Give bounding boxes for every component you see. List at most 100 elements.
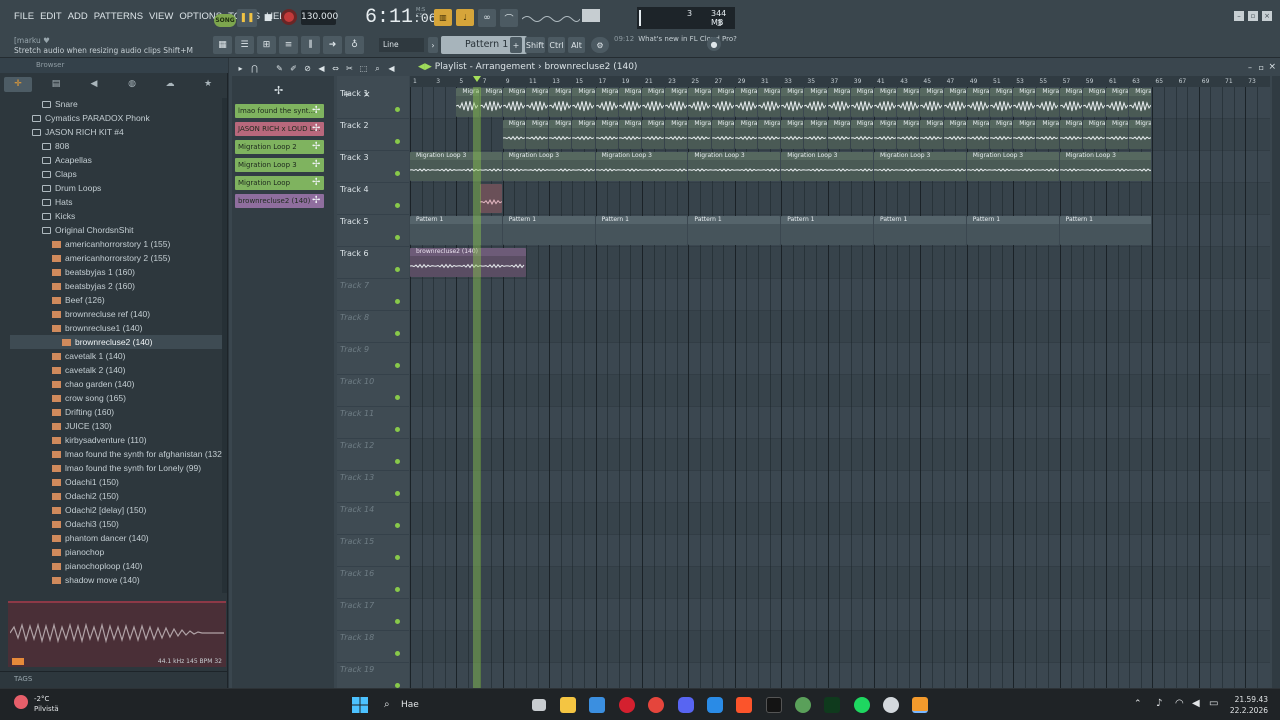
playlist-clip[interactable]: Migra...op 2 bbox=[1106, 120, 1129, 149]
mixer-icon[interactable]: ⫼ bbox=[301, 36, 320, 54]
playlist-clip[interactable]: Migra...op 2 bbox=[549, 120, 572, 149]
playlist-maximize-icon[interactable]: ▫ bbox=[1259, 63, 1264, 72]
browser-folder[interactable]: Acapellas bbox=[0, 153, 92, 167]
time-display[interactable]: 6:11:06 bbox=[365, 6, 436, 29]
track-enable-icon[interactable] bbox=[395, 491, 400, 496]
playlist-scrollbar[interactable] bbox=[1272, 76, 1280, 688]
playlist-clip[interactable]: Migra...Loop bbox=[572, 88, 595, 117]
volume-icon[interactable]: ◀ bbox=[1192, 698, 1200, 709]
app-icon-4[interactable] bbox=[883, 697, 899, 713]
browser-scrollbar[interactable] bbox=[222, 98, 227, 593]
playlist-clip[interactable]: Migra...Loop bbox=[1036, 88, 1059, 117]
playlist-clip[interactable]: Migra...op 2 bbox=[897, 120, 920, 149]
browser-file[interactable]: Odachi2 [delay] (150) bbox=[0, 503, 146, 517]
playlist-clip[interactable]: Migration Loop 3 bbox=[874, 152, 966, 181]
track-enable-icon[interactable] bbox=[395, 235, 400, 240]
pause-button[interactable]: ❚❚ bbox=[237, 9, 257, 27]
track-enable-icon[interactable] bbox=[395, 363, 400, 368]
clock[interactable]: 21.59.43 22.2.2026 bbox=[1230, 694, 1268, 716]
close-icon[interactable]: × bbox=[1262, 11, 1272, 21]
loop-record-icon[interactable]: ∞ bbox=[478, 9, 496, 27]
playlist-clip[interactable]: Migra...Loop bbox=[479, 88, 502, 117]
playback-tool-icon[interactable]: ◀ bbox=[386, 63, 397, 74]
timeline-ruler[interactable]: 1 3 5 7 9 11 13 15 17 19 21 23 25 27 29 31 33 35 37 39 41 43 4… bbox=[410, 76, 1270, 87]
delete-tool-icon[interactable]: ⊘ bbox=[302, 63, 313, 74]
pattern-clip[interactable]: Pattern 1 bbox=[1059, 216, 1152, 245]
channel-rack-icon[interactable]: ≡ bbox=[279, 36, 298, 54]
track-enable-icon[interactable] bbox=[395, 427, 400, 432]
track-enable-icon[interactable] bbox=[395, 331, 400, 336]
files-tab-icon[interactable]: ▤ bbox=[42, 77, 70, 92]
browser-folder[interactable]: Cymatics PARADOX Phonk bbox=[0, 111, 150, 125]
tempo-display[interactable]: 130.000 bbox=[301, 10, 338, 25]
magnet-icon[interactable]: ⋂ bbox=[249, 63, 260, 74]
picker-add-icon[interactable]: ✢ bbox=[312, 140, 322, 154]
plugin-picker-icon[interactable]: ➜ bbox=[323, 36, 342, 54]
browser-file[interactable]: lmao found the synth for Lonely (99) bbox=[0, 461, 201, 475]
picker-add-icon[interactable]: ✢ bbox=[312, 176, 322, 190]
playlist-clip[interactable] bbox=[479, 184, 502, 213]
file-explorer-icon[interactable] bbox=[560, 697, 576, 713]
favorites-tab-icon[interactable]: ★ bbox=[194, 77, 222, 92]
playlist-clip[interactable]: Migra...op 2 bbox=[618, 120, 641, 149]
pattern-clip[interactable]: Pattern 1 bbox=[874, 216, 966, 245]
playlist-minimize-icon[interactable]: – bbox=[1248, 63, 1252, 72]
playhead[interactable] bbox=[473, 87, 481, 688]
browser-file[interactable]: Odachi1 (150) bbox=[0, 475, 119, 489]
playlist-close-icon[interactable]: × bbox=[1268, 62, 1276, 72]
track-header[interactable]: Track 11 bbox=[337, 407, 409, 439]
track-enable-icon[interactable] bbox=[395, 171, 400, 176]
playlist-clip[interactable]: Migration Loop 3 bbox=[1059, 152, 1152, 181]
playlist-clip[interactable]: Migra...op 2 bbox=[920, 120, 943, 149]
plugin-tab-icon[interactable]: ◍ bbox=[118, 77, 146, 92]
playlist-clip[interactable]: Migra...op 2 bbox=[1082, 120, 1105, 149]
browser-folder[interactable]: Claps bbox=[0, 167, 77, 181]
track-header[interactable]: Track 12 bbox=[337, 439, 409, 471]
select-tool-icon[interactable]: ⬚ bbox=[358, 63, 369, 74]
brave-icon[interactable] bbox=[736, 697, 752, 713]
microphone-tray-icon[interactable]: ♪ bbox=[1156, 698, 1162, 709]
playlist-clip[interactable]: Migra...op 2 bbox=[665, 120, 688, 149]
track-header[interactable]: Track 15 bbox=[337, 535, 409, 567]
playlist-clip[interactable]: Migra...Loop bbox=[897, 88, 920, 117]
track-header[interactable]: Track 5 bbox=[337, 215, 409, 247]
windows-start-icon[interactable] bbox=[352, 697, 368, 713]
spotify-icon[interactable] bbox=[854, 697, 870, 713]
pattern-clip[interactable]: Pattern 1 bbox=[502, 216, 595, 245]
browser-file[interactable]: cavetalk 2 (140) bbox=[0, 363, 125, 377]
cloud-tab-icon[interactable]: ☁ bbox=[156, 77, 184, 92]
track-header[interactable]: Track 13 bbox=[337, 471, 409, 503]
browser-folder[interactable]: 808 bbox=[0, 139, 69, 153]
track-enable-icon[interactable] bbox=[395, 651, 400, 656]
track-enable-icon[interactable] bbox=[395, 267, 400, 272]
playlist-clip[interactable]: Migra...Loop bbox=[688, 88, 711, 117]
playlist-clip[interactable]: Migra...op 2 bbox=[1129, 120, 1152, 149]
playlist-clip[interactable]: Migra...Loop bbox=[502, 88, 525, 117]
browser-file[interactable]: brownrecluse2 (140) bbox=[10, 335, 222, 349]
browser-file[interactable]: lmao found the synth for afghanistan (13… bbox=[0, 447, 222, 461]
track-header[interactable]: Track 8 bbox=[337, 311, 409, 343]
zoom-tool-icon[interactable]: ⌕ bbox=[372, 63, 383, 74]
speaker-tab-icon[interactable]: ◀ bbox=[80, 77, 108, 92]
track-header[interactable]: Track 2 bbox=[337, 119, 409, 151]
playlist-clip[interactable]: Migration Loop 3 bbox=[410, 152, 502, 181]
browser-file[interactable]: americanhorrorstory 2 (155) bbox=[0, 251, 170, 265]
menu-arrow-icon[interactable]: ▸ bbox=[235, 63, 246, 74]
slip-tool-icon[interactable]: ⇔ bbox=[330, 63, 341, 74]
picker-clip[interactable]: JASON RICH x LOUD L... bbox=[235, 122, 324, 136]
tradingview-icon[interactable] bbox=[766, 697, 782, 713]
track-enable-icon[interactable] bbox=[395, 619, 400, 624]
playlist-clip[interactable]: Migra...Loop bbox=[595, 88, 618, 117]
playlist-clip[interactable]: Migra...Loop bbox=[990, 88, 1013, 117]
stop-button[interactable]: ■ bbox=[259, 9, 277, 27]
picker-add-icon[interactable]: ✢ bbox=[312, 104, 322, 118]
browser-file[interactable]: Odachi2 (150) bbox=[0, 489, 119, 503]
piano-roll-icon[interactable]: ⊞ bbox=[257, 36, 276, 54]
browser-file[interactable]: kirbysadventure (110) bbox=[0, 433, 147, 447]
tags-bar[interactable]: TAGS bbox=[0, 671, 228, 686]
track-enable-icon[interactable] bbox=[395, 299, 400, 304]
task-view-icon[interactable] bbox=[532, 699, 546, 711]
playlist-clip[interactable]: Migra...Loop bbox=[920, 88, 943, 117]
playlist-clip[interactable]: Migra...Loop bbox=[850, 88, 873, 117]
pattern-clip[interactable]: Pattern 1 bbox=[966, 216, 1059, 245]
